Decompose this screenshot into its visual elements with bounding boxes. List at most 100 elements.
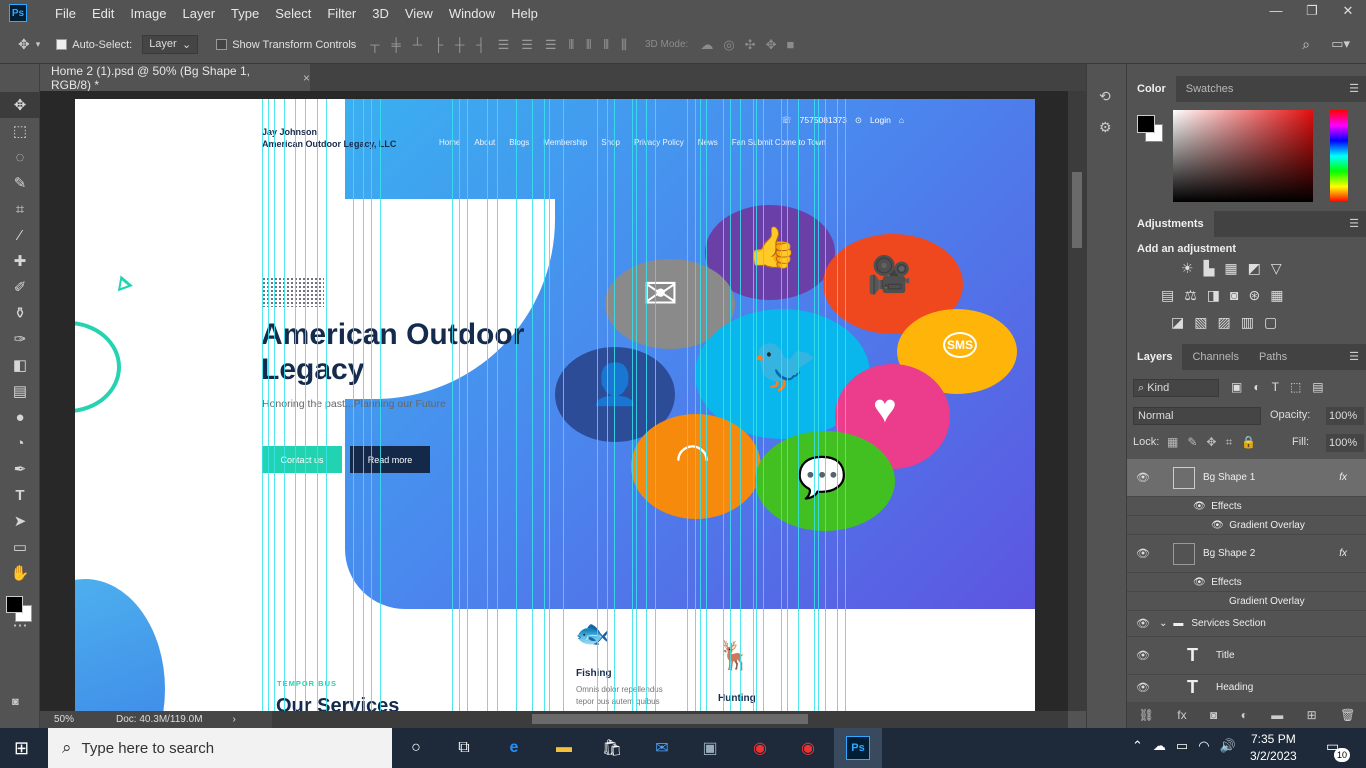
marquee-tool-icon[interactable]: ⬚: [0, 118, 40, 144]
effects-row[interactable]: 👁 Effects: [1127, 573, 1366, 592]
guide-line[interactable]: [459, 99, 460, 711]
gradient-tool-icon[interactable]: ▤: [0, 378, 40, 404]
photoshop-taskbar-icon[interactable]: Ps: [846, 736, 870, 760]
distribute-hcenter-icon[interactable]: ⫴: [586, 37, 591, 53]
chrome-icon[interactable]: ◉: [748, 736, 772, 760]
color-fg-swatch[interactable]: [1137, 115, 1155, 133]
wifi-icon[interactable]: ◠: [1198, 738, 1209, 754]
mail-icon[interactable]: ✉: [650, 736, 674, 760]
add-mask-icon[interactable]: ◙: [1210, 708, 1217, 722]
guide-line[interactable]: [614, 99, 615, 711]
menu-image[interactable]: Image: [122, 6, 174, 21]
guide-line[interactable]: [787, 99, 788, 711]
guide-line[interactable]: [781, 99, 782, 711]
panel-menu-icon[interactable]: ☰: [1349, 217, 1359, 230]
lock-artboard-icon[interactable]: ⌗: [1225, 435, 1232, 450]
posterize-icon[interactable]: ▧: [1194, 314, 1207, 331]
new-group-icon[interactable]: ▬: [1271, 708, 1283, 722]
eye-icon[interactable]: 👁: [1193, 577, 1211, 588]
guide-line[interactable]: [706, 99, 707, 711]
guide-line[interactable]: [636, 99, 637, 711]
tab-color[interactable]: Color: [1127, 76, 1176, 102]
eraser-tool-icon[interactable]: ◧: [0, 352, 40, 378]
guide-line[interactable]: [655, 99, 656, 711]
align-top-icon[interactable]: ┬: [370, 37, 379, 53]
lock-position-icon[interactable]: ✥: [1206, 435, 1216, 450]
filter-kind-dropdown[interactable]: ⌕ Kind: [1133, 379, 1219, 397]
guide-line[interactable]: [814, 99, 815, 711]
guide-line[interactable]: [371, 99, 372, 711]
horizontal-scroll-thumb[interactable]: [532, 714, 808, 724]
threshold-icon[interactable]: ▨: [1217, 314, 1230, 331]
guide-line[interactable]: [326, 99, 327, 711]
effects-row[interactable]: 👁 Effects: [1127, 497, 1366, 516]
menu-help[interactable]: Help: [503, 6, 546, 21]
edge-icon[interactable]: e: [502, 736, 526, 760]
read-more-button[interactable]: Read more: [350, 446, 430, 473]
tab-layers[interactable]: Layers: [1127, 344, 1183, 370]
minimize-button[interactable]: —: [1258, 0, 1294, 22]
guide-line[interactable]: [825, 99, 826, 711]
menu-file[interactable]: File: [47, 6, 84, 21]
foreground-color-swatch[interactable]: [6, 596, 23, 613]
guide-line[interactable]: [487, 99, 488, 711]
quick-select-tool-icon[interactable]: ✎: [0, 170, 40, 196]
3d-slide-icon[interactable]: ✥: [766, 37, 777, 53]
3d-pan-icon[interactable]: ✣: [745, 37, 756, 53]
group-row[interactable]: 👁 ⌄ ▬ Services Section: [1127, 611, 1366, 637]
chevron-down-icon[interactable]: ⌄: [1159, 618, 1167, 629]
history-icon[interactable]: ⟲: [1099, 88, 1126, 105]
close-button[interactable]: ✕: [1330, 0, 1366, 22]
auto-select-checkbox[interactable]: Auto-Select:: [56, 39, 132, 51]
properties-icon[interactable]: ⚙: [1099, 119, 1126, 136]
distribute-vcenter-icon[interactable]: ☰: [521, 37, 533, 53]
nav-about[interactable]: About: [474, 138, 495, 147]
guide-line[interactable]: [452, 99, 453, 711]
guide-line[interactable]: [753, 99, 754, 711]
guide-line[interactable]: [798, 99, 799, 711]
guide-line[interactable]: [305, 99, 306, 711]
tab-channels[interactable]: Channels: [1182, 344, 1248, 370]
guide-line[interactable]: [532, 99, 533, 711]
layer-row[interactable]: 👁 T Title: [1127, 637, 1366, 675]
nav-fan-submit[interactable]: Fan Submit Come to Town: [732, 138, 826, 147]
guide-line[interactable]: [632, 99, 633, 711]
align-vcenter-icon[interactable]: ╪: [392, 37, 401, 53]
guide-line[interactable]: [837, 99, 838, 711]
chevron-up-icon[interactable]: ⌃: [1132, 738, 1143, 754]
menu-select[interactable]: Select: [267, 6, 319, 21]
vibrance-icon[interactable]: ▽: [1271, 260, 1282, 277]
eyedropper-tool-icon[interactable]: ⁄: [0, 222, 40, 248]
selective-color-icon[interactable]: ▢: [1264, 314, 1277, 331]
type-tool-icon[interactable]: T: [0, 482, 40, 508]
hue-slider[interactable]: [1330, 110, 1348, 202]
auto-align-icon[interactable]: ⫼: [621, 37, 627, 53]
workspace-icon[interactable]: ▭▾: [1331, 36, 1350, 52]
nav-blogs[interactable]: Blogs: [509, 138, 529, 147]
levels-icon[interactable]: ▙: [1204, 260, 1215, 277]
panel-menu-icon[interactable]: ☰: [1349, 350, 1359, 363]
nav-shop[interactable]: Shop: [601, 138, 620, 147]
filter-type-icon[interactable]: T: [1272, 380, 1279, 394]
menu-edit[interactable]: Edit: [84, 6, 122, 21]
lock-all-icon[interactable]: 🔒: [1241, 435, 1256, 450]
login-link[interactable]: Login: [870, 115, 891, 126]
guide-line[interactable]: [262, 99, 263, 711]
eye-icon[interactable]: 👁: [1127, 471, 1159, 484]
layer-row[interactable]: 👁 T Heading: [1127, 675, 1366, 699]
guide-line[interactable]: [284, 99, 285, 711]
close-tab-icon[interactable]: ×: [303, 71, 310, 85]
chevron-right-icon[interactable]: ›: [233, 714, 236, 725]
tab-paths[interactable]: Paths: [1249, 344, 1297, 370]
battery-icon[interactable]: ▭: [1176, 738, 1188, 754]
move-tool-icon[interactable]: ✥: [18, 36, 30, 53]
align-right-icon[interactable]: ┤: [476, 37, 485, 53]
cortana-icon[interactable]: ○: [404, 736, 428, 760]
volume-icon[interactable]: 🔊: [1220, 738, 1236, 754]
menu-view[interactable]: View: [397, 6, 441, 21]
layer-row[interactable]: 👁 Bg Shape 1 fx: [1127, 459, 1366, 497]
guide-line[interactable]: [730, 99, 731, 711]
guide-line[interactable]: [467, 99, 468, 711]
filter-adjustment-icon[interactable]: ◐: [1253, 380, 1260, 394]
guide-line[interactable]: [756, 99, 757, 711]
